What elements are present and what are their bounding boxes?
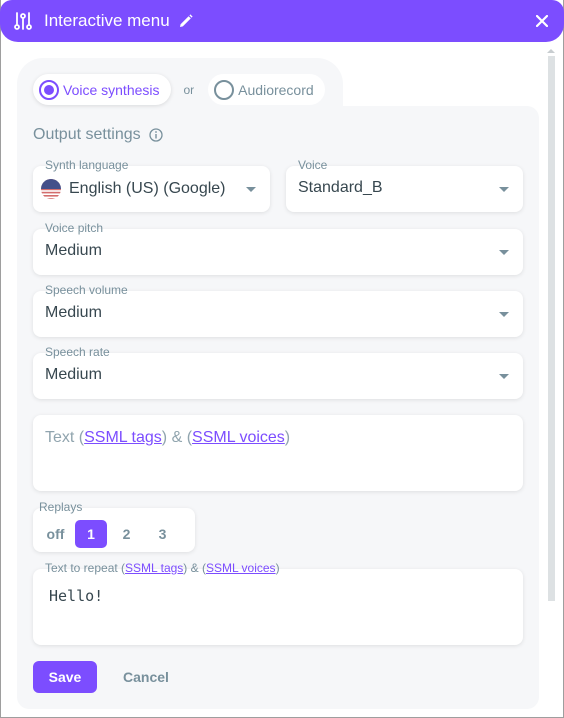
mode-label: Audiorecord	[238, 81, 314, 98]
replays-label: Replays	[39, 500, 83, 514]
header-bar: Interactive menu	[0, 0, 564, 42]
scrollbar-thumb[interactable]	[547, 56, 555, 601]
mode-voice-synthesis[interactable]: Voice synthesis	[33, 74, 171, 105]
replay-option-2[interactable]: 2	[110, 520, 143, 548]
save-button[interactable]: Save	[33, 661, 97, 693]
text-input[interactable]: Text (SSML tags) & (SSML voices)	[33, 415, 523, 491]
field-label: Speech rate	[45, 345, 110, 359]
replay-option-3[interactable]: 3	[146, 520, 179, 548]
close-icon	[536, 15, 548, 27]
header-title: Interactive menu	[44, 11, 170, 30]
radio-unchecked-icon	[214, 79, 235, 100]
section-title-text: Output settings	[33, 126, 141, 143]
field-value: Medium	[45, 242, 102, 259]
field-value: Standard_B	[298, 179, 383, 196]
repeat-text-label: Text to repeat (SSML tags) & (SSML voice…	[45, 561, 280, 575]
tune-icon	[14, 12, 32, 30]
settings-card: Voice synthesis or Audiorecord Output se…	[17, 58, 539, 709]
repeat-text-input[interactable]: Text to repeat (SSML tags) & (SSML voice…	[33, 561, 523, 645]
replay-option-off[interactable]: off	[39, 520, 72, 548]
field-value: English (US) (Google)	[41, 179, 226, 199]
close-button[interactable]	[532, 11, 552, 31]
or-separator: or	[183, 82, 195, 97]
voice-select[interactable]: Voice Standard_B	[286, 158, 523, 212]
us-flag-icon	[41, 179, 61, 199]
chevron-down-icon	[499, 250, 509, 255]
scroll-up-arrow-icon[interactable]	[547, 49, 555, 53]
field-label: Voice	[298, 158, 328, 172]
ssml-tags-link[interactable]: SSML tags	[84, 429, 162, 446]
info-icon[interactable]	[148, 128, 163, 142]
mode-toggle: Voice synthesis or Audiorecord	[33, 74, 325, 105]
field-value: Medium	[45, 366, 102, 383]
chevron-down-icon	[499, 374, 509, 379]
replays-selector: Replays off 1 2 3	[33, 500, 195, 552]
field-label: Voice pitch	[45, 221, 104, 235]
mode-label: Voice synthesis	[63, 81, 160, 98]
mode-audiorecord[interactable]: Audiorecord	[208, 74, 325, 105]
repeat-text-value[interactable]: Hello!	[49, 587, 103, 605]
chevron-down-icon	[499, 187, 509, 192]
speech-volume-select[interactable]: Speech volume Medium	[33, 283, 523, 337]
replay-option-1[interactable]: 1	[75, 520, 107, 548]
field-label: Synth language	[45, 158, 129, 172]
voice-pitch-select[interactable]: Voice pitch Medium	[33, 221, 523, 275]
radio-checked-icon	[39, 79, 59, 100]
cancel-button[interactable]: Cancel	[123, 669, 169, 685]
pencil-icon[interactable]	[179, 14, 193, 28]
ssml-tags-link[interactable]: SSML tags	[125, 561, 183, 575]
field-value: Medium	[45, 304, 102, 321]
chevron-down-icon	[499, 312, 509, 317]
text-input-placeholder: Text (SSML tags) & (SSML voices)	[45, 429, 291, 446]
speech-rate-select[interactable]: Speech rate Medium	[33, 345, 523, 399]
output-settings-title: Output settings	[33, 126, 163, 144]
form-actions: Save Cancel	[33, 661, 169, 693]
scrollbar[interactable]	[547, 49, 555, 601]
synth-language-select[interactable]: Synth language English (US) (Google)	[33, 158, 270, 212]
field-label: Speech volume	[45, 283, 128, 297]
chevron-down-icon	[246, 187, 256, 192]
ssml-voices-link[interactable]: SSML voices	[192, 429, 285, 446]
ssml-voices-link[interactable]: SSML voices	[206, 561, 276, 575]
